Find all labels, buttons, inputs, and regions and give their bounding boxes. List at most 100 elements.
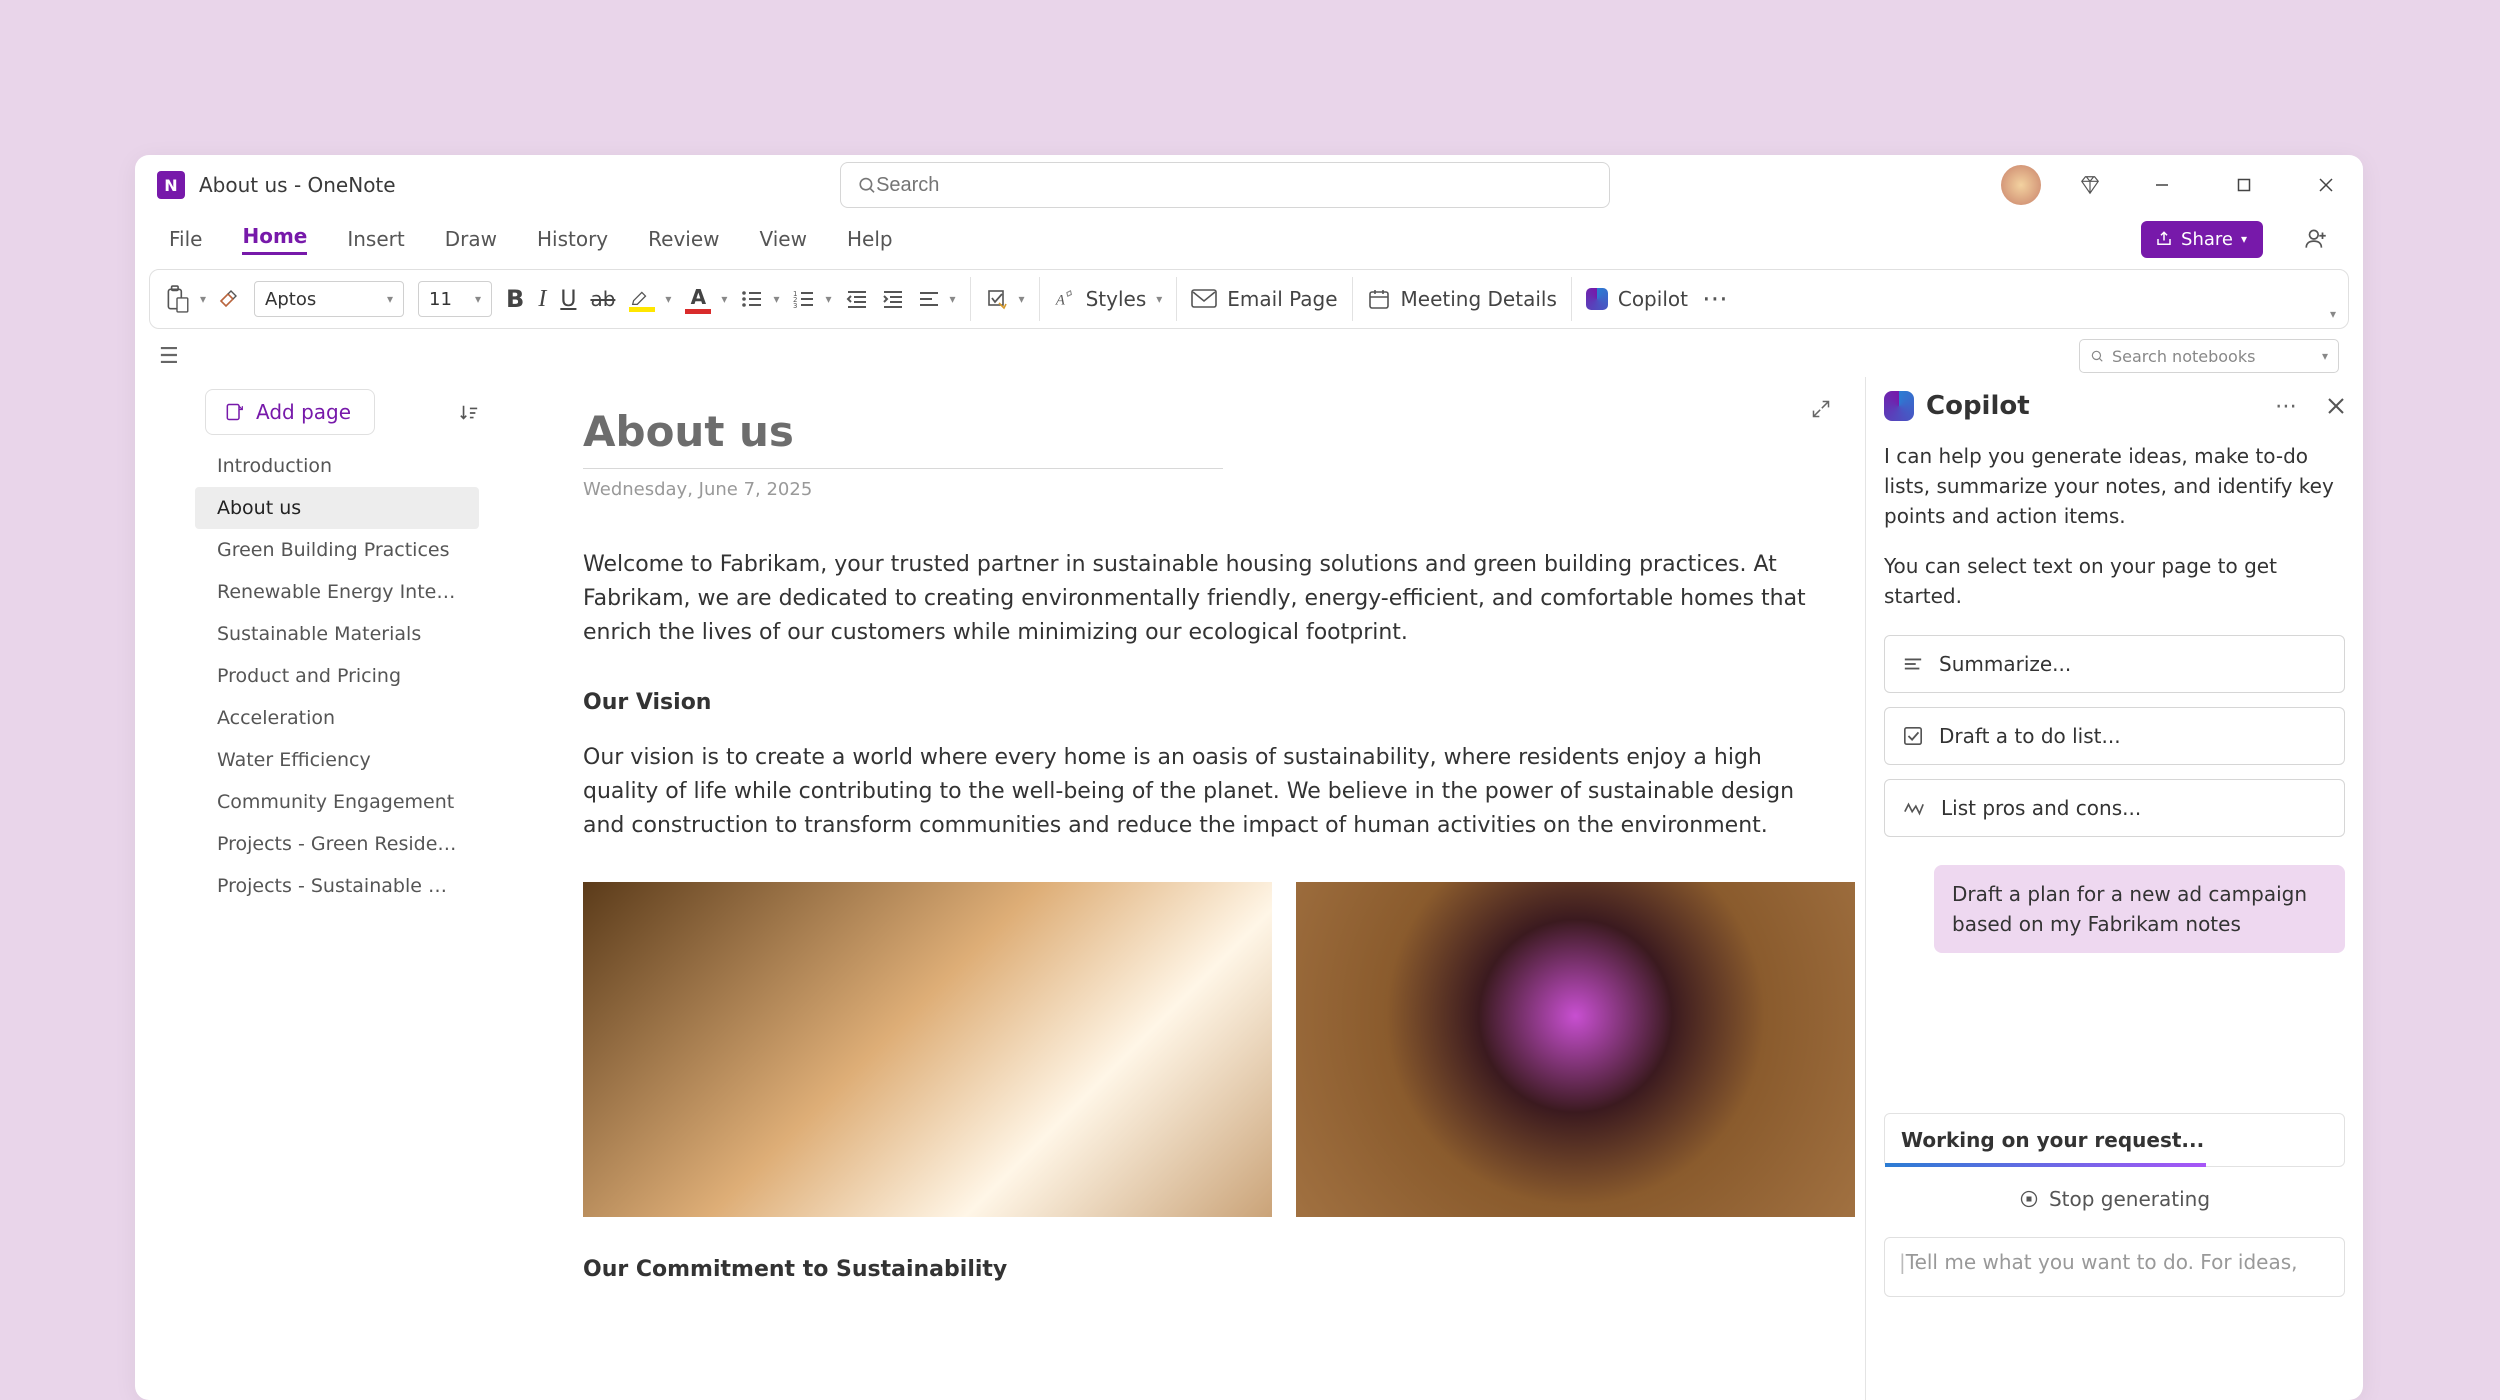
outdent-button[interactable] (846, 289, 868, 309)
svg-text:3: 3 (793, 302, 797, 309)
sidebar-page-item[interactable]: Water Efficiency (195, 739, 479, 781)
share-button[interactable]: Share ▾ (2141, 221, 2263, 258)
stop-generating-button[interactable]: Stop generating (1884, 1187, 2345, 1211)
image-placeholder[interactable] (583, 882, 1272, 1217)
progress-bar (1885, 1163, 2206, 1167)
page-title[interactable]: About us (583, 407, 1223, 469)
copilot-panel: Copilot ⋯ I can help you generate ideas,… (1865, 377, 2363, 1400)
subbar: ☰ Search notebooks ▾ (135, 335, 2363, 377)
meeting-details-button[interactable]: Meeting Details (1367, 287, 1557, 311)
onenote-app-icon: N (157, 171, 185, 199)
tab-draw[interactable]: Draw (445, 227, 497, 251)
tab-file[interactable]: File (169, 227, 202, 251)
copilot-more-icon[interactable]: ⋯ (2275, 394, 2299, 419)
maximize-button[interactable] (2221, 162, 2267, 208)
sort-button[interactable] (459, 403, 479, 423)
share-label: Share (2181, 229, 2233, 250)
heading-commitment[interactable]: Our Commitment to Sustainability (583, 1257, 1855, 1282)
copilot-input-placeholder: Tell me what you want to do. For ideas, (1906, 1250, 2298, 1274)
titlebar: N About us - OneNote (135, 155, 2363, 215)
close-button[interactable] (2303, 162, 2349, 208)
copilot-input[interactable]: |Tell me what you want to do. For ideas, (1884, 1237, 2345, 1297)
window-title: About us - OneNote (199, 173, 396, 197)
styles-label: Styles (1086, 287, 1147, 311)
collapse-chevron-icon[interactable]: ▾ (2330, 306, 2336, 322)
font-color-button[interactable]: A ▾ (685, 285, 727, 314)
copilot-icon (1884, 391, 1914, 421)
tab-view[interactable]: View (760, 227, 807, 251)
paste-button[interactable]: ▾ (164, 285, 206, 313)
tab-history[interactable]: History (537, 227, 608, 251)
number-list-button[interactable]: 123▾ (793, 289, 831, 309)
heading-vision[interactable]: Our Vision (583, 690, 1855, 715)
user-avatar[interactable] (2001, 165, 2041, 205)
add-page-icon (224, 402, 244, 422)
sidebar-page-item[interactable]: Projects - Green Resident... (195, 823, 479, 865)
copilot-close-button[interactable] (2327, 397, 2345, 415)
bold-button[interactable]: B (506, 285, 524, 313)
sidebar-page-item[interactable]: Projects - Sustainable Mu... (195, 865, 479, 907)
people-add-icon[interactable] (2303, 226, 2329, 252)
strike-button[interactable]: ab (590, 287, 615, 311)
format-painter-button[interactable] (216, 287, 240, 311)
note-canvas[interactable]: About us Wednesday, June 7, 2025 Welcome… (487, 377, 1865, 1400)
copilot-intro: I can help you generate ideas, make to-d… (1884, 441, 2345, 531)
suggestion-todo[interactable]: Draft a to do list... (1884, 707, 2345, 765)
email-page-button[interactable]: Email Page (1191, 287, 1337, 311)
tab-review[interactable]: Review (648, 227, 719, 251)
meeting-label: Meeting Details (1401, 287, 1557, 311)
suggestion-label: Draft a to do list... (1939, 724, 2121, 748)
tag-button[interactable]: ▾ (985, 287, 1025, 311)
ribbon-tabs: File Home Insert Draw History Review Vie… (135, 215, 2363, 263)
sidebar-page-item[interactable]: Product and Pricing (195, 655, 479, 697)
diamond-icon[interactable] (2077, 172, 2103, 198)
search-box[interactable] (840, 162, 1610, 208)
working-status: Working on your request... (1884, 1113, 2345, 1167)
image-placeholder[interactable] (1296, 882, 1855, 1217)
suggestion-label: List pros and cons... (1941, 796, 2141, 820)
indent-button[interactable] (882, 289, 904, 309)
search-input[interactable] (876, 174, 1593, 197)
stop-label: Stop generating (2049, 1187, 2210, 1211)
align-button[interactable]: ▾ (918, 289, 956, 309)
share-icon (2155, 230, 2173, 248)
sidebar-page-item[interactable]: Renewable Energy Integr... (195, 571, 479, 613)
suggestion-summarize[interactable]: Summarize... (1884, 635, 2345, 693)
font-selector[interactable]: Aptos▾ (254, 281, 404, 317)
search-icon (2090, 349, 2104, 363)
italic-button[interactable]: I (538, 286, 546, 313)
sidebar-page-item[interactable]: Green Building Practices (195, 529, 479, 571)
bullet-list-button[interactable]: ▾ (741, 289, 779, 309)
tab-insert[interactable]: Insert (347, 227, 404, 251)
sidebar-page-item[interactable]: Community Engagement (195, 781, 479, 823)
suggestion-pros-cons[interactable]: List pros and cons... (1884, 779, 2345, 837)
menu-icon[interactable]: ☰ (159, 344, 179, 369)
formatting-toolbar: ▾ Aptos▾ 11▾ B I U ab ▾ A ▾ ▾ 123▾ (149, 269, 2349, 329)
wave-icon (1903, 800, 1925, 816)
email-label: Email Page (1227, 287, 1337, 311)
underline-button[interactable]: U (560, 287, 576, 312)
checkbox-icon (1903, 726, 1923, 746)
styles-button[interactable]: A Styles▾ (1054, 287, 1163, 311)
more-button[interactable]: ⋯ (1702, 284, 1730, 314)
sidebar-page-item[interactable]: Sustainable Materials (195, 613, 479, 655)
copilot-icon (1586, 288, 1608, 310)
sidebar-page-item[interactable]: About us (195, 487, 479, 529)
search-icon (857, 175, 876, 195)
minimize-button[interactable] (2139, 162, 2185, 208)
font-size-selector[interactable]: 11▾ (418, 281, 492, 317)
search-notebooks-box[interactable]: Search notebooks ▾ (2079, 339, 2339, 373)
expand-icon[interactable] (1811, 399, 1831, 419)
add-page-button[interactable]: Add page (205, 389, 375, 435)
paragraph[interactable]: Welcome to Fabrikam, your trusted partne… (583, 548, 1823, 650)
copilot-button[interactable]: Copilot (1586, 287, 1688, 311)
sidebar-page-item[interactable]: Acceleration (195, 697, 479, 739)
copilot-label: Copilot (1618, 287, 1688, 311)
tab-help[interactable]: Help (847, 227, 893, 251)
svg-text:A: A (1054, 293, 1064, 309)
sidebar-page-item[interactable]: Introduction (195, 445, 479, 487)
paragraph[interactable]: Our vision is to create a world where ev… (583, 741, 1823, 843)
add-page-label: Add page (256, 400, 351, 424)
tab-home[interactable]: Home (242, 224, 307, 255)
highlight-button[interactable]: ▾ (629, 287, 671, 312)
